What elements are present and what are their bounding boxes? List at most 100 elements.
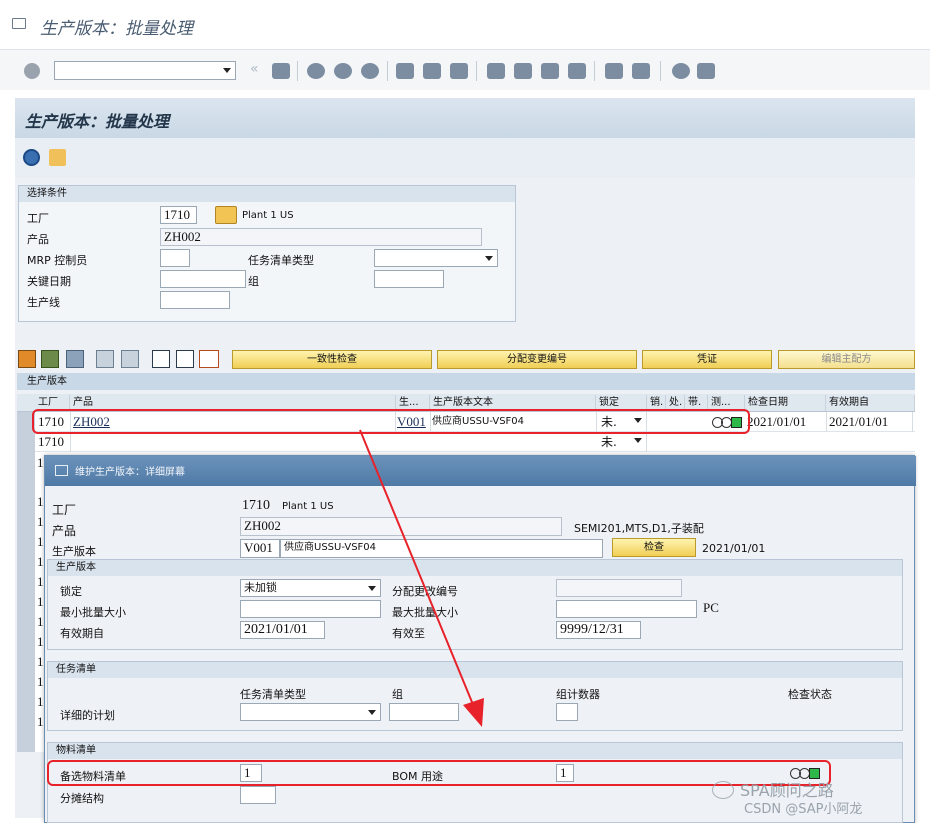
- valid-from-label: 有效期自: [60, 627, 104, 640]
- detailed-planning-label: 详细的计划: [60, 709, 115, 722]
- watermark-line2: CSDN @SAP小阿龙: [744, 802, 863, 817]
- toolbar-separator: [387, 61, 388, 81]
- plant-field[interactable]: 1710: [160, 206, 197, 224]
- task-list-type-label: 任务清单类型: [248, 254, 314, 267]
- layout-icon[interactable]: [697, 63, 715, 79]
- plant-label: 工厂: [27, 212, 49, 225]
- valid-to-field[interactable]: 9999/12/31: [556, 621, 641, 639]
- check-date-value: 2021/01/01: [702, 542, 766, 555]
- next-page-icon[interactable]: [541, 63, 559, 79]
- lot-unit: PC: [703, 600, 719, 615]
- new-session-icon[interactable]: [605, 63, 623, 79]
- dialog-version-field[interactable]: V001: [240, 539, 280, 558]
- create-icon[interactable]: [152, 350, 170, 368]
- task-list-type-dropdown[interactable]: [374, 249, 498, 267]
- group-title: 物料清单: [48, 743, 902, 759]
- toolbar-separator: [594, 61, 595, 81]
- assign-change-field[interactable]: [556, 579, 682, 597]
- product-field[interactable]: ZH002: [160, 228, 482, 246]
- assign-change-number-button[interactable]: 分配变更编号: [437, 350, 637, 369]
- col-valid-from[interactable]: 有效期自: [827, 395, 915, 411]
- help-icon[interactable]: [672, 63, 690, 79]
- task-counter-header: 组计数器: [556, 688, 600, 701]
- filter-icon[interactable]: [121, 350, 139, 368]
- cell-lock-dropdown[interactable]: 未.: [601, 432, 647, 452]
- row-stub-label: 1: [37, 594, 44, 609]
- group-label: 组: [248, 275, 259, 288]
- document-button[interactable]: 凭证: [642, 350, 772, 369]
- row-stub-label: 1: [37, 554, 44, 569]
- save-icon[interactable]: [272, 63, 290, 79]
- wechat-icon: [712, 781, 734, 799]
- max-lot-field[interactable]: [556, 600, 697, 618]
- dialog-product-desc: SEMI201,MTS,D1,子装配: [574, 522, 704, 535]
- enter-icon[interactable]: [24, 63, 40, 79]
- row-stub-label: 1: [37, 634, 44, 649]
- check-button[interactable]: 检查: [612, 538, 696, 557]
- col-check-date[interactable]: 检查日期: [746, 395, 826, 411]
- variant-icon[interactable]: [49, 149, 66, 166]
- grid-title: 生产版本: [17, 373, 915, 390]
- dialog-version-label: 生产版本: [52, 545, 96, 558]
- arrow-annotation: [359, 429, 484, 727]
- toolbar-separator: [476, 61, 477, 81]
- deselect-all-icon[interactable]: [41, 350, 59, 368]
- group-field[interactable]: [374, 270, 444, 288]
- cancel-icon[interactable]: [361, 63, 379, 79]
- row-stub-label: 1: [37, 654, 44, 669]
- task-counter-field[interactable]: [556, 703, 578, 721]
- select-block-icon[interactable]: [66, 350, 84, 368]
- row-stub-label: 1: [37, 714, 44, 729]
- command-field[interactable]: [54, 61, 236, 80]
- first-page-icon[interactable]: [487, 63, 505, 79]
- arrow-head: [463, 698, 484, 727]
- delete-icon[interactable]: [176, 350, 194, 368]
- select-all-icon[interactable]: [18, 350, 36, 368]
- print-list-icon[interactable]: [96, 350, 114, 368]
- edit-master-recipe-button[interactable]: 编辑主配方: [778, 350, 915, 369]
- cell-plant: 1710: [38, 432, 71, 452]
- window-title: 生产版本：批量处理: [40, 19, 193, 38]
- mrp-controller-field[interactable]: [160, 249, 190, 267]
- shortcut-icon[interactable]: [632, 63, 650, 79]
- cell-check-date: 2021/01/01: [747, 412, 827, 432]
- page-header: 生产版本：批量处理: [15, 98, 915, 138]
- cell-valid-from: 2021/01/01: [829, 412, 913, 432]
- app-toolbar: [15, 138, 915, 178]
- apportion-structure-label: 分摊结构: [60, 792, 104, 805]
- production-line-field[interactable]: [160, 291, 230, 309]
- exit-nav-icon[interactable]: [334, 63, 352, 79]
- key-date-field[interactable]: [160, 270, 246, 288]
- title-bar: 生产版本：批量处理: [0, 0, 930, 50]
- exit-icon: [12, 18, 26, 29]
- details-icon[interactable]: [199, 350, 219, 368]
- arrow-line: [359, 429, 475, 708]
- toolbar-separator: [660, 61, 661, 81]
- consistency-check-button[interactable]: 一致性检查: [232, 350, 432, 369]
- row-selector-column: [17, 452, 35, 752]
- dialog-product-label: 产品: [52, 524, 77, 538]
- dialog-plant-desc: Plant 1 US: [282, 501, 334, 512]
- previous-page-icon[interactable]: [514, 63, 532, 79]
- watermark: SPA顾问之路 CSDN @SAP小阿龙: [712, 775, 927, 820]
- print-icon[interactable]: [396, 63, 414, 79]
- row-stub-label: 1: [37, 614, 44, 629]
- valid-from-field[interactable]: 2021/01/01: [240, 621, 325, 639]
- execute-icon[interactable]: [23, 149, 40, 166]
- apportion-structure-field[interactable]: [240, 786, 276, 804]
- plant-lookup-icon[interactable]: [215, 206, 237, 224]
- find-next-icon[interactable]: [450, 63, 468, 79]
- dialog-title: 维护生产版本：详细屏幕: [75, 467, 185, 478]
- row-stub-label: 1: [37, 534, 44, 549]
- double-chevron-icon: «: [250, 61, 259, 77]
- last-page-icon[interactable]: [568, 63, 586, 79]
- key-date-label: 关键日期: [27, 275, 71, 288]
- find-icon[interactable]: [423, 63, 441, 79]
- plant-description: Plant 1 US: [242, 210, 294, 221]
- back-icon[interactable]: [307, 63, 325, 79]
- dialog-icon: [55, 465, 68, 476]
- check-status-header: 检查状态: [788, 688, 832, 701]
- page-title: 生产版本：批量处理: [25, 114, 170, 131]
- row-stub-label: 1: [37, 674, 44, 689]
- row-selector[interactable]: [17, 432, 35, 452]
